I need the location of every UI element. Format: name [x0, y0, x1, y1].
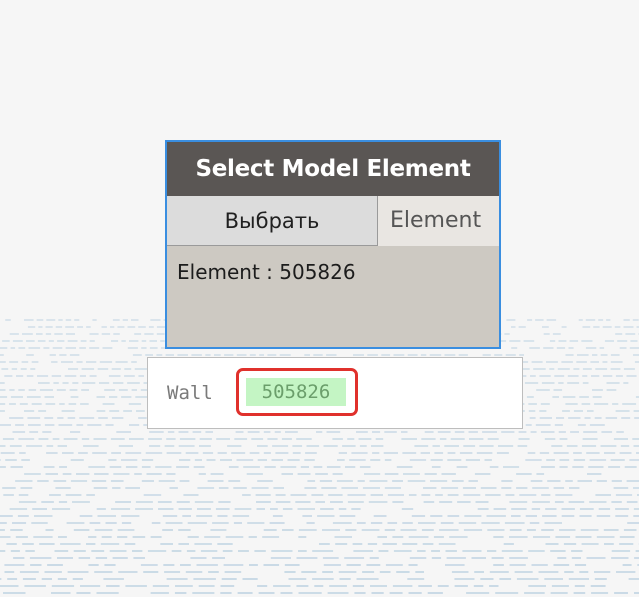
select-button[interactable]: Выбрать	[167, 196, 378, 246]
node-ports-row: Выбрать Element	[167, 196, 499, 246]
output-port-element[interactable]: Element	[378, 196, 499, 246]
node-body-text: Element : 505826	[177, 260, 356, 284]
highlight-box: 505826	[236, 368, 358, 416]
preview-type-label: Wall	[167, 382, 213, 404]
preview-element-id[interactable]: 505826	[246, 378, 346, 406]
node-title[interactable]: Select Model Element	[167, 142, 499, 196]
select-model-element-node[interactable]: Select Model Element Выбрать Element Ele…	[165, 140, 501, 349]
preview-bubble: Wall 505826	[147, 357, 523, 429]
